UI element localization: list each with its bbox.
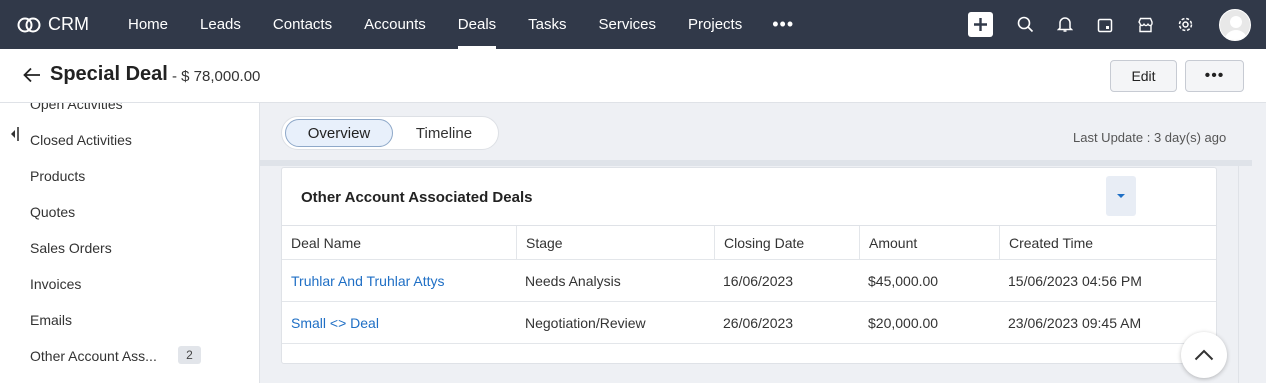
nav-item-contacts[interactable]: Contacts: [257, 0, 348, 49]
card-title: Other Account Associated Deals: [301, 189, 533, 206]
collapse-sidebar-icon[interactable]: [8, 126, 20, 142]
count-badge: 2: [178, 346, 201, 364]
scrollbar-track[interactable]: [1238, 166, 1252, 383]
dropdown-button[interactable]: [1106, 176, 1136, 216]
sidebar-item-quotes[interactable]: Quotes: [30, 204, 230, 220]
sidebar-item-products[interactable]: Products: [30, 168, 230, 184]
nav-item-deals[interactable]: Deals: [442, 0, 512, 49]
page-title: Special Deal: [50, 63, 168, 85]
tab-overview[interactable]: Overview: [285, 119, 393, 147]
deal-name-link[interactable]: Small <> Deal: [282, 302, 516, 343]
sidebar-item-open-activities[interactable]: Open Activities: [30, 103, 230, 112]
bell-icon[interactable]: [1045, 0, 1085, 49]
stage-cell: Negotiation/Review: [525, 314, 646, 331]
sidebar-item-emails[interactable]: Emails: [30, 312, 230, 328]
nav-item-tasks[interactable]: Tasks: [512, 0, 582, 49]
created-time-cell: 15/06/2023 04:56 PM: [1008, 272, 1142, 289]
sidebar-item-closed-activities[interactable]: Closed Activities: [30, 132, 230, 148]
column-header-stage[interactable]: Stage: [516, 226, 714, 259]
table-row: Small <> Deal Negotiation/Review 26/06/2…: [282, 302, 1216, 344]
amount-cell: $20,000.00: [868, 314, 939, 331]
stage-cell: Needs Analysis: [525, 272, 621, 289]
top-icons: [968, 0, 1266, 49]
closing-date-cell: 26/06/2023: [723, 314, 794, 331]
caret-down-icon: [1117, 194, 1125, 198]
created-time-cell: 23/06/2023 09:45 AM: [1008, 314, 1142, 331]
related-deals-table: Deal Name Stage Closing Date Amount Crea…: [282, 225, 1216, 344]
more-actions-button[interactable]: •••: [1185, 60, 1244, 92]
nav-more-button[interactable]: •••: [758, 0, 808, 49]
nav-item-projects[interactable]: Projects: [672, 0, 758, 49]
nav-item-home[interactable]: Home: [112, 0, 184, 49]
top-navbar: CRM Home Leads Contacts Accounts Deals T…: [0, 0, 1266, 49]
avatar[interactable]: [1219, 8, 1251, 41]
app-name: CRM: [48, 14, 89, 34]
deal-name-link[interactable]: Truhlar And Truhlar Attys: [282, 260, 516, 301]
view-tabs: Overview Timeline: [281, 116, 499, 150]
main-nav: Home Leads Contacts Accounts Deals Tasks…: [112, 0, 808, 49]
deal-amount: - $ 78,000.00: [172, 68, 261, 85]
add-icon[interactable]: [968, 12, 993, 37]
related-list-sidebar: Open Activities Closed Activities Produc…: [0, 103, 260, 383]
amount-cell: $45,000.00: [868, 272, 939, 289]
nav-item-leads[interactable]: Leads: [184, 0, 257, 49]
crm-logo-icon: [17, 17, 41, 32]
nav-item-accounts[interactable]: Accounts: [348, 0, 442, 49]
nav-item-services[interactable]: Services: [583, 0, 673, 49]
record-header: Special Deal - $ 78,000.00 Edit •••: [0, 49, 1266, 103]
column-header-closing-date[interactable]: Closing Date: [714, 226, 859, 259]
marketplace-icon[interactable]: [1125, 0, 1165, 49]
edit-button[interactable]: Edit: [1110, 60, 1177, 92]
column-header-created-time[interactable]: Created Time: [999, 226, 1216, 259]
chevron-up-icon: [1194, 349, 1214, 361]
section-divider: [260, 160, 1252, 166]
column-header-amount[interactable]: Amount: [859, 226, 999, 259]
last-update-text: Last Update : 3 day(s) ago: [1073, 130, 1227, 145]
calendar-icon[interactable]: [1085, 0, 1125, 49]
related-deals-card: Other Account Associated Deals Deal Name…: [281, 167, 1217, 364]
gear-icon[interactable]: [1165, 0, 1205, 49]
app-logo[interactable]: CRM: [16, 14, 98, 35]
table-row: Truhlar And Truhlar Attys Needs Analysis…: [282, 260, 1216, 302]
table-header-row: Deal Name Stage Closing Date Amount Crea…: [282, 225, 1216, 260]
scroll-to-top-button[interactable]: [1181, 332, 1227, 378]
search-icon[interactable]: [1005, 0, 1045, 49]
sidebar-item-invoices[interactable]: Invoices: [30, 276, 230, 292]
closing-date-cell: 16/06/2023: [723, 272, 794, 289]
column-header-deal-name[interactable]: Deal Name: [282, 226, 516, 259]
back-arrow-icon[interactable]: [22, 65, 42, 85]
tab-timeline[interactable]: Timeline: [396, 119, 492, 147]
sidebar-item-sales-orders[interactable]: Sales Orders: [30, 240, 230, 256]
